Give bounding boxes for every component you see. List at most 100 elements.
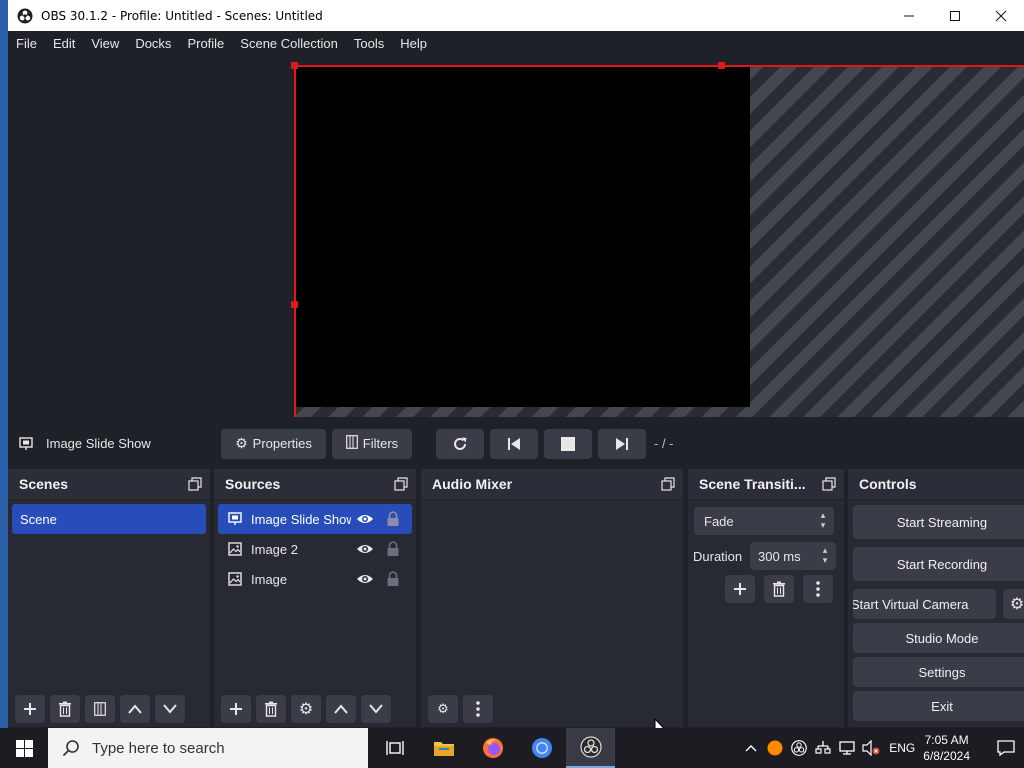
updown-icon[interactable]: ▴ ▾	[818, 545, 832, 567]
menu-profile[interactable]: Profile	[179, 31, 232, 56]
advanced-audio-properties-button[interactable]: ⚙	[428, 695, 458, 723]
undock-icon[interactable]	[188, 477, 202, 491]
close-icon	[995, 10, 1007, 21]
lock-icon[interactable]	[386, 511, 400, 527]
taskbar-search-box[interactable]: Type here to search	[48, 728, 368, 768]
clock-time: 7:05 AM	[924, 733, 969, 747]
lock-icon[interactable]	[386, 541, 400, 557]
scenes-dock: Scenes Scene	[8, 469, 210, 727]
source-item[interactable]: Image 2	[218, 534, 412, 564]
restart-button[interactable]	[436, 428, 484, 459]
properties-button[interactable]: ⚙ Properties	[221, 428, 326, 459]
action-center-button[interactable]	[988, 728, 1024, 768]
scene-item[interactable]: Scene	[12, 504, 206, 534]
taskbar-clock[interactable]: 7:05 AM 6/8/2024	[923, 732, 970, 764]
gears-icon: ⚙	[437, 701, 449, 716]
trash-icon	[773, 581, 785, 597]
show-hidden-icons-button[interactable]	[739, 728, 763, 768]
plus-icon	[230, 703, 242, 715]
close-button[interactable]	[978, 0, 1024, 31]
taskbar: Type here to search ENG 7:05 AM 6/8/2024	[0, 728, 1024, 768]
tray-obs[interactable]	[787, 728, 811, 768]
input-language[interactable]: ENG	[889, 741, 915, 755]
start-virtual-camera-button[interactable]: Start Virtual Camera	[853, 589, 996, 619]
media-time: - / -	[654, 436, 674, 451]
undock-icon[interactable]	[661, 477, 675, 491]
start-recording-button[interactable]: Start Recording	[853, 547, 1024, 581]
settings-button[interactable]: Settings	[853, 657, 1024, 687]
context-source: Image Slide Show	[8, 436, 220, 452]
maximize-button[interactable]	[932, 0, 978, 31]
source-properties-button[interactable]: ⚙	[291, 695, 321, 723]
remove-source-button[interactable]	[256, 695, 286, 723]
add-transition-button[interactable]	[725, 575, 755, 603]
obs-taskbar-button[interactable]	[566, 728, 615, 768]
resize-handle-top-left[interactable]	[291, 62, 298, 69]
menu-docks[interactable]: Docks	[127, 31, 179, 56]
source-name: Image	[251, 571, 288, 587]
transition-menu-button[interactable]	[803, 575, 833, 603]
firefox-taskbar-button[interactable]	[468, 728, 517, 768]
start-streaming-button[interactable]: Start Streaming	[853, 505, 1024, 539]
preview-canvas[interactable]	[291, 62, 1024, 417]
virtual-camera-settings-button[interactable]: ⚙	[1003, 589, 1024, 619]
stop-button[interactable]	[544, 428, 592, 459]
resize-handle-top-middle[interactable]	[718, 62, 725, 69]
studio-mode-button[interactable]: Studio Mode	[853, 623, 1024, 653]
transition-select[interactable]: Fade ▴ ▾	[694, 507, 834, 535]
search-icon	[62, 740, 79, 757]
eye-icon[interactable]	[356, 571, 374, 587]
minimize-button[interactable]	[886, 0, 932, 31]
menu-help[interactable]: Help	[392, 31, 435, 56]
sources-dock: Sources Image Slide Show Image 2 Image ⚙	[214, 469, 416, 727]
task-view-button[interactable]	[370, 728, 419, 768]
move-scene-down-button[interactable]	[155, 695, 185, 723]
eye-icon[interactable]	[356, 511, 374, 527]
next-button[interactable]	[598, 428, 646, 459]
tray-volume[interactable]	[859, 728, 883, 768]
slideshow-source-preview[interactable]	[294, 65, 750, 407]
previous-button[interactable]	[490, 428, 538, 459]
menu-file[interactable]: File	[8, 31, 45, 56]
preview-area[interactable]	[8, 56, 1024, 425]
source-name: Image Slide Show	[251, 511, 351, 527]
menu-scene-collection[interactable]: Scene Collection	[232, 31, 346, 56]
filters-button[interactable]: Filters	[332, 428, 412, 459]
firefox-icon	[482, 738, 503, 758]
tray-display[interactable]	[835, 728, 859, 768]
clock-date: 6/8/2024	[923, 749, 970, 763]
resize-handle-middle-left[interactable]	[291, 301, 298, 308]
remove-scene-button[interactable]	[50, 695, 80, 723]
scene-filters-button[interactable]	[85, 695, 115, 723]
add-source-button[interactable]	[221, 695, 251, 723]
move-source-up-button[interactable]	[326, 695, 356, 723]
source-item[interactable]: Image Slide Show	[218, 504, 412, 534]
lock-icon[interactable]	[386, 571, 400, 587]
gear-icon: ⚙	[235, 435, 248, 451]
chrome-taskbar-button[interactable]	[517, 728, 566, 768]
start-button[interactable]	[0, 728, 48, 768]
selection-border-left	[294, 65, 296, 417]
menu-tools[interactable]: Tools	[346, 31, 392, 56]
duration-spinbox[interactable]: 300 ms ▴ ▾	[750, 542, 836, 570]
undock-icon[interactable]	[822, 477, 836, 491]
menu-view[interactable]: View	[83, 31, 127, 56]
gear-icon: ⚙	[298, 701, 314, 718]
move-scene-up-button[interactable]	[120, 695, 150, 723]
menu-edit[interactable]: Edit	[45, 31, 83, 56]
mixer-menu-button[interactable]	[463, 695, 493, 723]
exit-button[interactable]: Exit	[853, 691, 1024, 721]
filter-icon	[94, 702, 106, 716]
tray-app-orange[interactable]	[763, 728, 787, 768]
scenes-dock-title: Scenes	[19, 476, 69, 492]
add-scene-button[interactable]	[15, 695, 45, 723]
remove-transition-button[interactable]	[764, 575, 794, 603]
properties-label: Properties	[252, 436, 312, 451]
move-source-down-button[interactable]	[361, 695, 391, 723]
undock-icon[interactable]	[394, 477, 408, 491]
source-item[interactable]: Image	[218, 564, 412, 594]
file-explorer-taskbar-button[interactable]	[419, 728, 468, 768]
tray-network[interactable]	[811, 728, 835, 768]
scenes-list: Scene	[8, 500, 210, 727]
eye-icon[interactable]	[356, 541, 374, 557]
